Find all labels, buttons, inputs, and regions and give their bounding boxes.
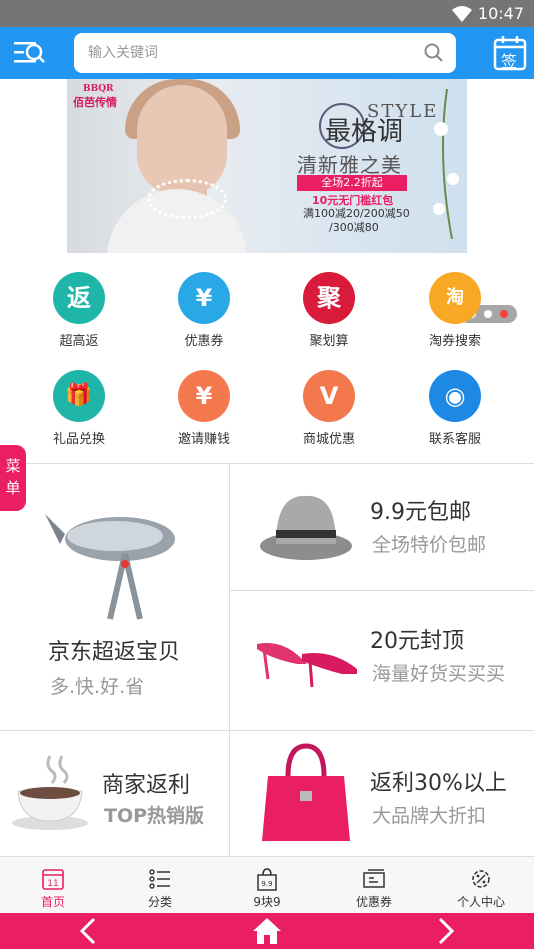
promo-title: 京东超返宝贝 <box>48 640 181 665</box>
coupon-icon <box>363 869 385 888</box>
promo-title: 9.9元包邮 <box>370 500 471 525</box>
grid-item-label: 优惠券 <box>184 334 224 349</box>
grid-item-label: 聚划算 <box>309 334 349 349</box>
grid-item-label: 邀请赚钱 <box>177 432 230 447</box>
search-input[interactable] <box>88 33 408 73</box>
grid-item-gift[interactable]: 🎁 礼品兑换 <box>12 360 146 452</box>
promo-title: 20元封顶 <box>370 629 464 654</box>
back-chevron-icon[interactable] <box>78 917 98 945</box>
status-time: 10:47 <box>477 4 524 23</box>
tab-category[interactable]: 分类 <box>107 857 213 914</box>
high-heels-image <box>257 643 357 688</box>
promo-subtitle: 全场特价包邮 <box>372 534 487 556</box>
grid-item-label: 淘券搜索 <box>428 334 481 349</box>
grid-item-label: 联系客服 <box>428 432 481 447</box>
side-menu-label: 菜 <box>5 457 21 475</box>
flower-decoration <box>433 89 459 239</box>
promo-20[interactable]: 20元封顶 海量好货买买买 <box>230 591 534 730</box>
tab-home[interactable]: 11 首页 <box>0 857 106 914</box>
home-icon[interactable] <box>252 917 282 945</box>
side-menu-label: 单 <box>5 479 21 497</box>
promo-subtitle: 海量好货买买买 <box>372 663 506 685</box>
tab-label: 9块9 <box>253 895 281 909</box>
search-icon[interactable] <box>424 43 444 63</box>
grid-item-label: 商城优惠 <box>302 432 355 447</box>
list-icon <box>149 869 170 889</box>
hat-image <box>260 495 352 560</box>
forward-chevron-icon[interactable] <box>436 917 456 945</box>
banner-sale-tag: 全场2.2折起 <box>297 175 407 191</box>
grid-item-invite[interactable]: ¥ 邀请赚钱 <box>137 360 271 452</box>
robot-dog-image <box>45 514 175 620</box>
top-header: 签 <box>0 27 534 79</box>
grid-item-label: 超高返 <box>59 334 99 349</box>
qq-penguin-icon: ◉ <box>429 370 481 422</box>
banner-subtitle: 清新雅之美 <box>297 153 402 177</box>
tab-profile[interactable]: 个人中心 <box>428 857 534 914</box>
tab-label: 优惠券 <box>355 895 392 909</box>
tab-label: 分类 <box>147 895 172 909</box>
ticket-icon: ¥ <box>178 272 230 324</box>
grid-item-coupon[interactable]: ¥ 优惠券 <box>137 262 271 354</box>
status-bar: 10:47 <box>0 0 534 27</box>
coffee-cup-image <box>12 755 88 830</box>
tao-icon: 淘 <box>429 272 481 324</box>
gear-percent-icon <box>472 870 490 888</box>
feature-grid: 返 超高返 ¥ 优惠券 聚 聚划算 淘 淘券搜索 🎁 礼品兑换 ¥ 邀请赚钱 V… <box>0 262 534 462</box>
tab-nine-nine[interactable]: 9.9 9块9 <box>214 857 320 914</box>
ju-icon: 聚 <box>303 272 355 324</box>
wifi-icon <box>452 6 472 22</box>
system-nav-bar <box>0 913 534 949</box>
checkin-label: 签 <box>501 52 518 71</box>
promo-9-9[interactable]: 9.9元包邮 全场特价包邮 <box>230 464 534 590</box>
banner-image[interactable]: BBQR 佰芭传情 最格调 STYLE 清新雅之美 全场2.2折起 10元无门槛… <box>67 79 467 253</box>
menu-search-icon[interactable] <box>12 37 48 69</box>
promo-subtitle: TOP热销版 <box>104 805 205 827</box>
money-bag-icon: ¥ <box>178 370 230 422</box>
banner-brand-en: BBQR <box>83 84 114 94</box>
promo-title: 商家返利 <box>102 773 191 798</box>
calendar-day-text: 11 <box>47 879 58 889</box>
grid-item-label: 礼品兑换 <box>52 432 105 447</box>
promo-merchant[interactable]: 商家返利 TOP热销版 <box>0 731 229 856</box>
side-menu-tab[interactable]: 菜 单 <box>0 445 26 511</box>
search-box[interactable] <box>74 33 456 73</box>
bottom-tab-bar: 11 首页 分类 9.9 9块9 优惠券 个人中心 <box>0 856 534 913</box>
grid-item-service[interactable]: ◉ 联系客服 <box>388 360 522 452</box>
calendar-icon: 11 <box>42 869 64 890</box>
promo-title: 返利30%以上 <box>370 771 507 796</box>
grid-item-chaogaofan[interactable]: 返 超高返 <box>12 262 146 354</box>
checkin-button[interactable]: 签 <box>493 35 527 71</box>
banner-carousel[interactable]: BBQR 佰芭传情 最格调 STYLE 清新雅之美 全场2.2折起 10元无门槛… <box>0 79 534 323</box>
promo-subtitle: 大品牌大折扣 <box>372 805 487 827</box>
shopping-bag-icon: 9.9 <box>257 868 277 891</box>
grid-item-mall[interactable]: V 商城优惠 <box>262 360 396 452</box>
gift-icon: 🎁 <box>53 370 105 422</box>
grid-item-juhuasuan[interactable]: 聚 聚划算 <box>262 262 396 354</box>
promo-section: 京东超返宝贝 多.快.好.省 9.9元包邮 全场特价包邮 20元封顶 海量好货买… <box>0 464 534 856</box>
banner-brand-cn: 佰芭传情 <box>73 96 117 109</box>
promo-subtitle: 多.快.好.省 <box>50 676 145 698</box>
tab-label: 首页 <box>40 895 65 909</box>
fan-icon: 返 <box>53 272 105 324</box>
promo-jd[interactable]: 京东超返宝贝 多.快.好.省 <box>0 464 229 730</box>
banner-brand: BBQR 佰芭传情 <box>73 83 117 109</box>
tab-coupon[interactable]: 优惠券 <box>321 857 427 914</box>
shopping-bag-icon: V <box>303 370 355 422</box>
promo-rebate-30[interactable]: 返利30%以上 大品牌大折扣 <box>230 731 534 856</box>
handbag-image <box>262 743 350 841</box>
banner-discount-text-2: /300减80 <box>329 221 379 234</box>
pearl-necklace <box>147 179 227 219</box>
tab-label: 个人中心 <box>456 895 505 909</box>
grid-item-taoquan-search[interactable]: 淘 淘券搜索 <box>388 262 522 354</box>
nine-nine-text: 9.9 <box>261 880 272 888</box>
